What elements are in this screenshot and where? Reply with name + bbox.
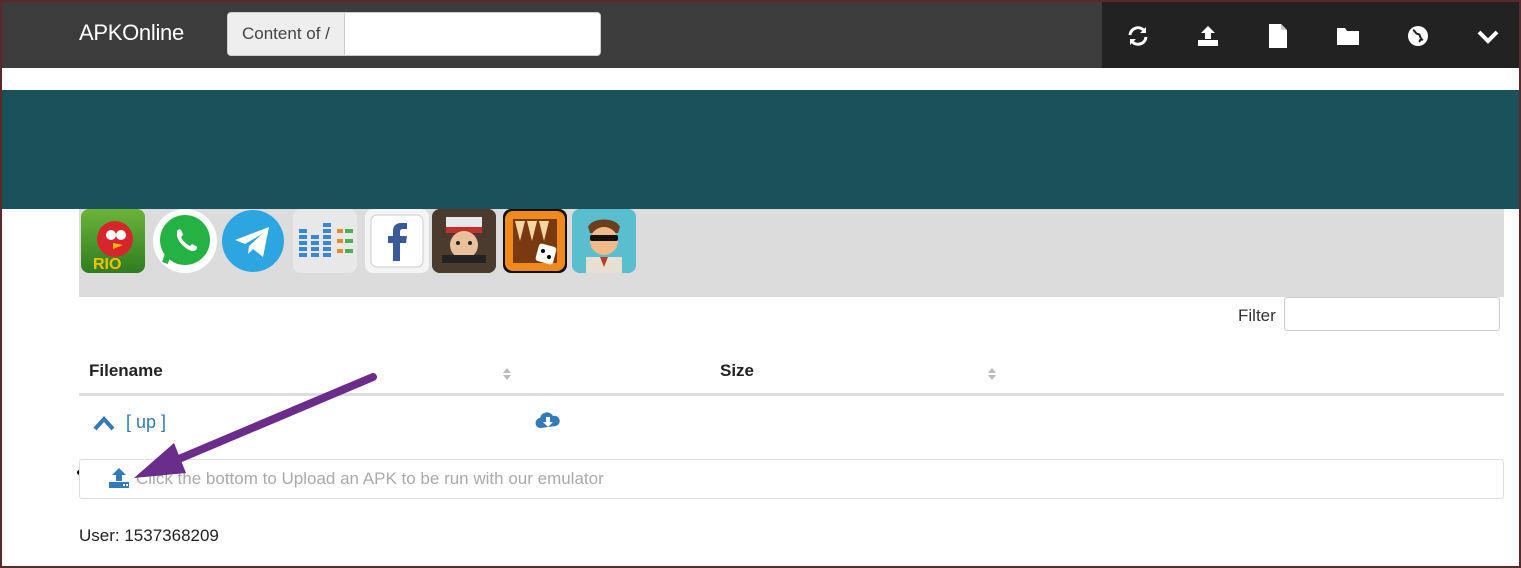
up-label: [ up ] <box>126 412 167 432</box>
app-strip: RIO <box>79 209 1504 297</box>
app-backgammon[interactable] <box>503 209 567 273</box>
upload-icon[interactable] <box>1192 20 1224 52</box>
app-angry-birds-rio[interactable]: RIO <box>81 209 145 273</box>
chevron-down-icon[interactable] <box>1472 20 1504 52</box>
up-directory-link[interactable]: [ up ] <box>92 412 166 433</box>
svg-text:RIO: RIO <box>93 256 121 273</box>
user-id: User: 1537368209 <box>79 526 219 545</box>
filter-label: Filter <box>1238 306 1276 325</box>
column-header-filename[interactable]: Filename <box>89 361 163 381</box>
refresh-icon[interactable] <box>1122 20 1154 52</box>
filter-input[interactable] <box>1284 297 1500 331</box>
cloud-download-icon[interactable] <box>535 410 561 437</box>
chevron-up-icon <box>93 415 115 430</box>
top-navbar: APKOnline Content of / <box>2 2 1519 68</box>
banner <box>2 90 1519 209</box>
column-header-size[interactable]: Size <box>720 361 754 381</box>
upload-instruction: Click the bottom to Upload an APK to be … <box>136 469 604 488</box>
app-whatsapp[interactable] <box>153 209 217 273</box>
sort-icon[interactable] <box>502 367 512 381</box>
table-header-divider <box>79 393 1504 396</box>
brand-logo[interactable]: APKOnline <box>79 20 184 46</box>
path-input-group: Content of / <box>227 12 601 56</box>
upload-icon[interactable] <box>107 466 131 495</box>
path-input[interactable] <box>344 13 600 55</box>
upload-area[interactable]: Click the bottom to Upload an APK to be … <box>79 459 1504 499</box>
app-telegram[interactable] <box>221 209 285 273</box>
app-spy-game[interactable] <box>572 209 636 273</box>
globe-icon[interactable] <box>1402 20 1434 52</box>
app-shooter-game[interactable] <box>432 209 496 273</box>
app-facebook[interactable] <box>365 209 429 273</box>
file-icon[interactable] <box>1262 20 1294 52</box>
toolbar <box>1102 2 1519 68</box>
page-frame: APKOnline Content of / RIO Filter Filena… <box>2 2 1519 566</box>
app-equalizer[interactable] <box>293 209 357 273</box>
folder-icon[interactable] <box>1332 20 1364 52</box>
path-prefix: Content of / <box>228 13 345 55</box>
sort-icon[interactable] <box>987 367 997 381</box>
